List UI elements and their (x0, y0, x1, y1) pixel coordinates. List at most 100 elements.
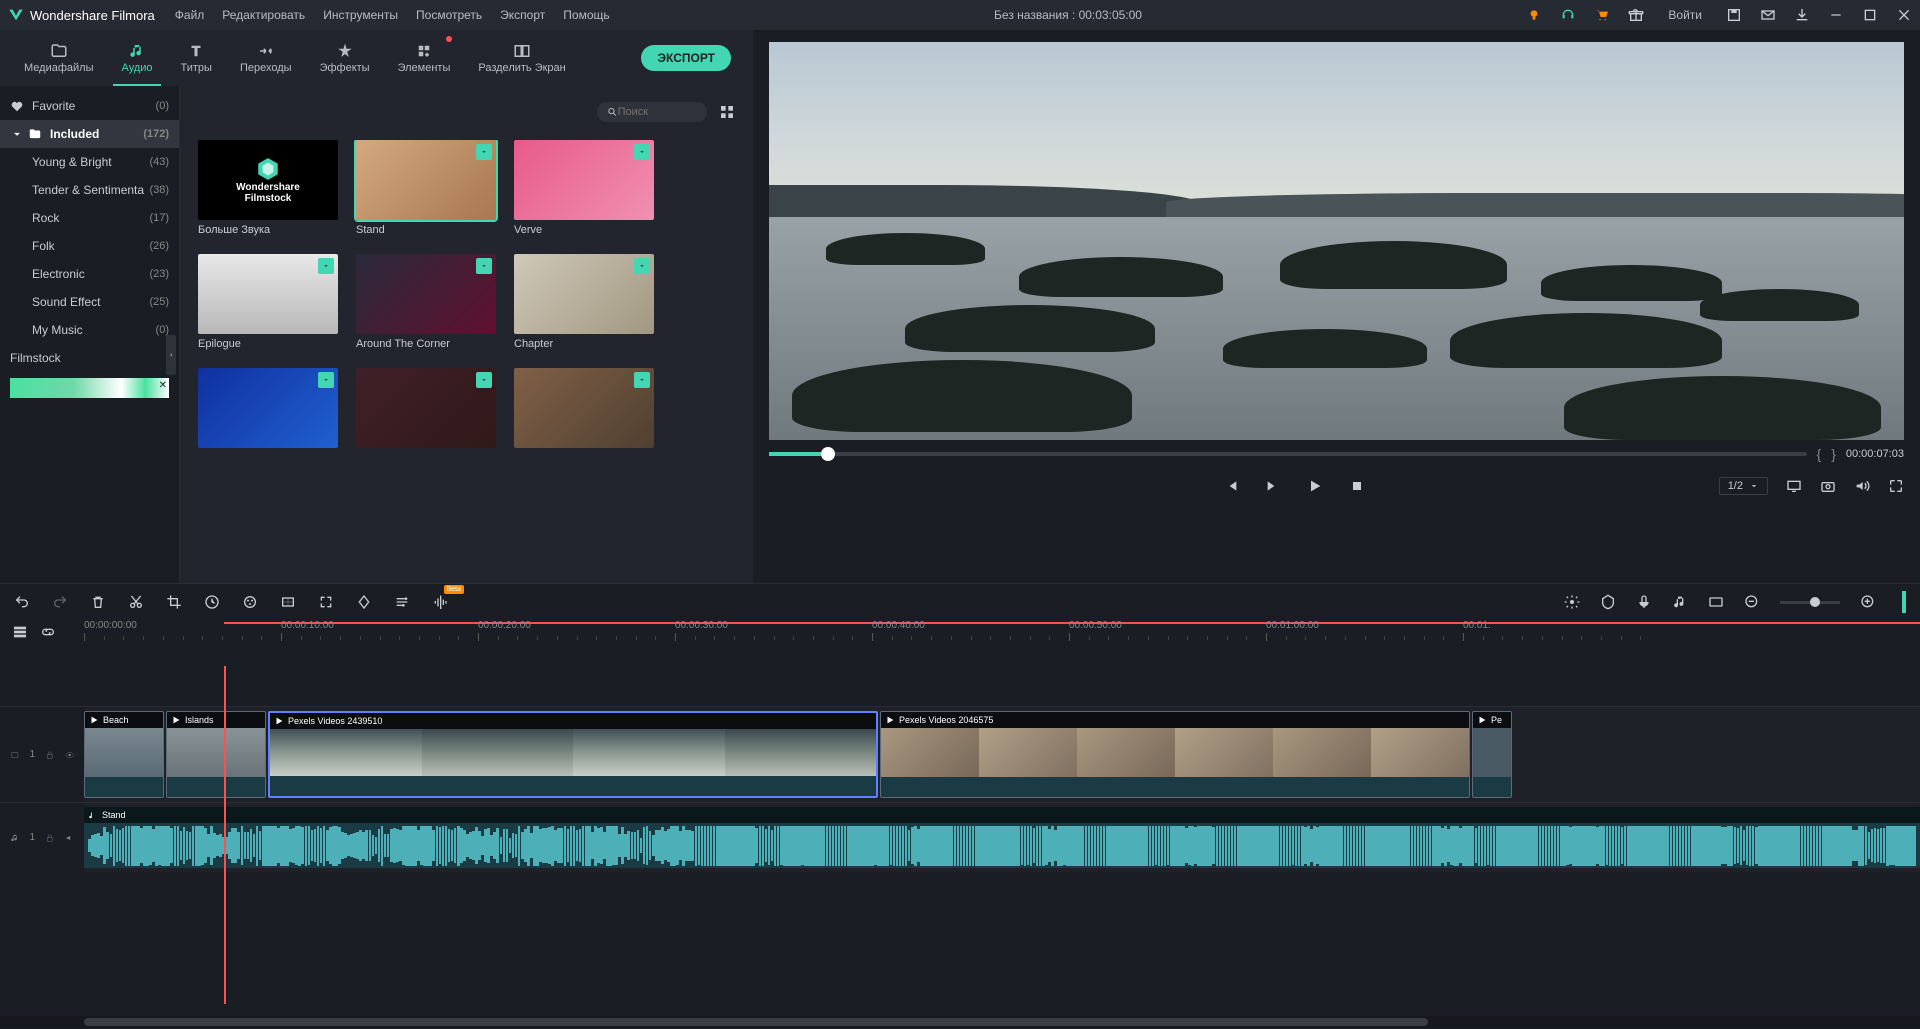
media-card-chapter[interactable]: Chapter (514, 254, 654, 350)
media-card-7[interactable] (198, 368, 338, 448)
menu-export[interactable]: Экспорт (500, 8, 545, 22)
menu-view[interactable]: Посмотреть (416, 8, 482, 22)
download-icon[interactable] (634, 144, 650, 160)
sidebar-filmstock[interactable]: Filmstock (0, 344, 179, 372)
delete-icon[interactable] (90, 594, 106, 610)
snapshot-icon[interactable] (1820, 478, 1836, 494)
next-frame-icon[interactable] (1265, 478, 1281, 494)
download-icon[interactable] (318, 372, 334, 388)
search-input[interactable] (597, 102, 707, 122)
tab-titles[interactable]: Титры (167, 30, 226, 86)
timeline-scrollbar[interactable] (0, 1016, 1920, 1028)
playhead[interactable] (224, 666, 226, 1004)
speaker-icon[interactable] (65, 832, 74, 844)
mark-in-icon[interactable]: { (1817, 446, 1822, 462)
speed-icon[interactable] (204, 594, 220, 610)
stop-icon[interactable] (1349, 478, 1365, 494)
preview-ratio-select[interactable]: 1/2 (1719, 477, 1768, 495)
export-button[interactable]: ЭКСПОРТ (641, 45, 731, 71)
greenscreen-icon[interactable] (280, 594, 296, 610)
zoom-in-icon[interactable] (1860, 594, 1876, 610)
audio-track-body[interactable]: Stand (84, 803, 1920, 872)
play-icon[interactable] (1307, 478, 1323, 494)
download-icon[interactable] (476, 372, 492, 388)
adjust-icon[interactable] (394, 594, 410, 610)
lightbulb-icon[interactable] (1526, 7, 1542, 23)
fit-icon[interactable] (318, 594, 334, 610)
clip-islands[interactable]: Islands (166, 711, 266, 798)
sidebar-collapse[interactable] (166, 335, 176, 375)
sidebar-item-folk[interactable]: Folk(26) (0, 232, 179, 260)
download-icon[interactable] (476, 144, 492, 160)
voiceover-icon[interactable] (1636, 594, 1652, 610)
menu-edit[interactable]: Редактировать (222, 8, 305, 22)
media-card-8[interactable] (356, 368, 496, 448)
audio-enhance-button[interactable]: Beta (432, 593, 448, 612)
search-field[interactable] (618, 106, 697, 118)
minimize-icon[interactable] (1828, 7, 1844, 23)
color-icon[interactable] (242, 594, 258, 610)
preview-canvas[interactable] (769, 42, 1904, 440)
media-card-9[interactable] (514, 368, 654, 448)
progress-track[interactable] (769, 452, 1807, 456)
sidebar-item-young[interactable]: Young & Bright(43) (0, 148, 179, 176)
timeline-options-icon[interactable] (1902, 591, 1906, 613)
clip-pexels-2[interactable]: Pexels Videos 2046575 (880, 711, 1470, 798)
lock-icon[interactable] (45, 749, 54, 761)
sidebar-filmstock-thumb[interactable] (10, 378, 169, 398)
grid-view-icon[interactable] (719, 104, 735, 120)
gift-icon[interactable] (1628, 7, 1644, 23)
close-icon[interactable] (1896, 7, 1912, 23)
download-icon[interactable] (1794, 7, 1810, 23)
sidebar-item-rock[interactable]: Rock(17) (0, 204, 179, 232)
cinema-icon[interactable] (1708, 594, 1724, 610)
crop-icon[interactable] (166, 594, 182, 610)
headset-icon[interactable] (1560, 7, 1576, 23)
tab-audio[interactable]: Аудио (107, 30, 166, 86)
download-icon[interactable] (476, 258, 492, 274)
tab-effects[interactable]: Эффекты (306, 30, 384, 86)
marker-icon[interactable] (1600, 594, 1616, 610)
undo-icon[interactable] (14, 594, 30, 610)
prev-frame-icon[interactable] (1223, 478, 1239, 494)
media-card-epilogue[interactable]: Epilogue (198, 254, 338, 350)
track-manager-icon[interactable] (12, 624, 28, 640)
sidebar-item-electronic[interactable]: Electronic(23) (0, 260, 179, 288)
media-card-stand[interactable]: Stand (356, 140, 496, 236)
download-icon[interactable] (634, 372, 650, 388)
download-icon[interactable] (634, 258, 650, 274)
maximize-icon[interactable] (1862, 7, 1878, 23)
tab-media[interactable]: Медиафайлы (10, 30, 107, 86)
menu-file[interactable]: Файл (175, 8, 205, 22)
cart-icon[interactable] (1594, 7, 1610, 23)
login-button[interactable]: Войти (1668, 8, 1702, 22)
redo-icon[interactable] (52, 594, 68, 610)
menu-tools[interactable]: Инструменты (323, 8, 398, 22)
audio-mix-icon[interactable] (1672, 594, 1688, 610)
audio-clip-stand[interactable]: Stand (84, 807, 1920, 868)
eye-icon[interactable] (65, 749, 74, 761)
scrollbar-thumb[interactable] (84, 1018, 1428, 1026)
clip-last[interactable]: Pe (1472, 711, 1512, 798)
save-icon[interactable] (1726, 7, 1742, 23)
link-icon[interactable] (40, 624, 56, 640)
tab-splitscreen[interactable]: Разделить Экран (464, 30, 579, 86)
zoom-handle[interactable] (1810, 597, 1820, 607)
video-track-body[interactable]: Beach Islands Pexels Videos 2439510 (84, 707, 1920, 802)
clip-pexels-1[interactable]: Pexels Videos 2439510 (268, 711, 878, 798)
mail-icon[interactable] (1760, 7, 1776, 23)
sidebar-item-sfx[interactable]: Sound Effect(25) (0, 288, 179, 316)
display-icon[interactable] (1786, 478, 1802, 494)
sidebar-item-tender[interactable]: Tender & Sentimenta(38) (0, 176, 179, 204)
zoom-out-icon[interactable] (1744, 594, 1760, 610)
preview-progressbar[interactable]: { } 00:00:07:03 (769, 440, 1904, 468)
mark-out-icon[interactable]: } (1831, 446, 1836, 462)
ruler-scale[interactable]: 00:00:00:0000:00:10:0000:00:20:0000:00:3… (84, 620, 1920, 666)
lock-icon[interactable] (45, 832, 54, 844)
tab-elements[interactable]: Элементы (384, 30, 465, 86)
zoom-slider[interactable] (1780, 601, 1840, 604)
volume-icon[interactable] (1854, 478, 1870, 494)
sidebar-favorite[interactable]: Favorite (0) (0, 92, 179, 120)
keyframe-icon[interactable] (356, 594, 372, 610)
render-icon[interactable] (1564, 594, 1580, 610)
